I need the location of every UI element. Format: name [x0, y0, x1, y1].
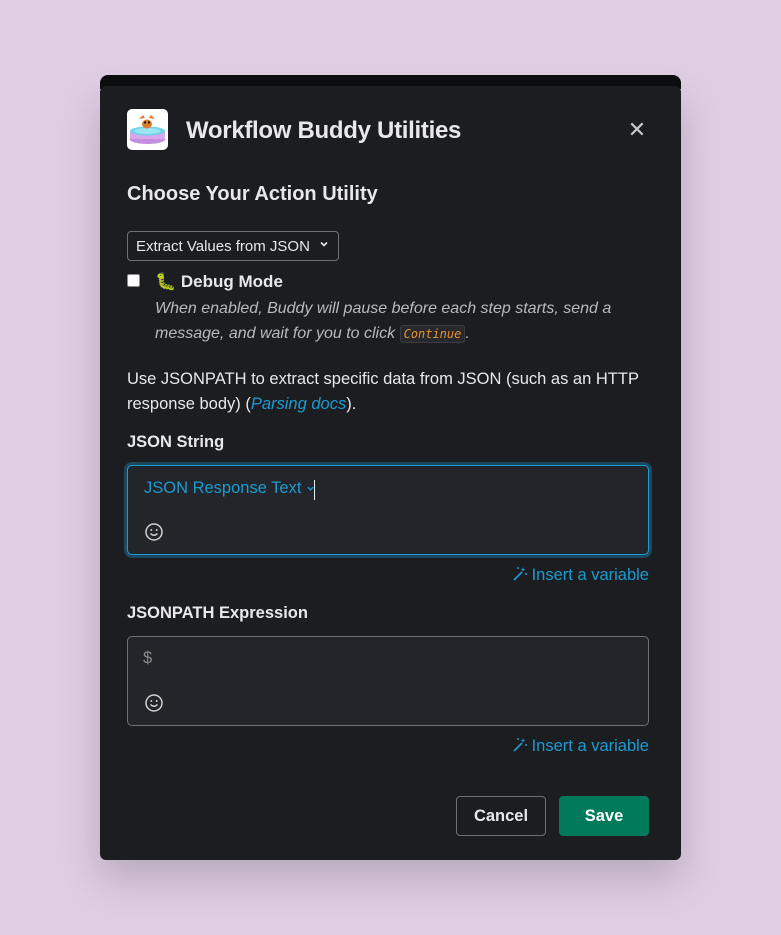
insert-variable-link[interactable]: Insert a variable [512, 737, 649, 756]
help-text: Use JSONPATH to extract specific data fr… [127, 367, 647, 417]
insert-variable-link[interactable]: Insert a variable [512, 566, 649, 585]
magic-wand-icon [512, 567, 527, 581]
emoji-icon[interactable] [144, 693, 164, 713]
jsonpath-placeholder: $ [143, 649, 153, 667]
save-button[interactable]: Save [559, 796, 649, 836]
section-title: Choose Your Action Utility [127, 183, 378, 205]
json-response-text-token[interactable]: JSON Response Text [144, 479, 315, 498]
workflow-buddy-modal: Workflow Buddy Utilities ✕ Choose Your A… [100, 86, 681, 860]
jsonpath-label: JSONPATH Expression [127, 604, 308, 622]
help-text-body: Use JSONPATH to extract specific data fr… [127, 370, 639, 413]
debug-desc-text: When enabled, Buddy will pause before ea… [155, 300, 612, 342]
help-text-end: ). [346, 395, 357, 413]
app-icon [127, 109, 168, 150]
text-caret [314, 480, 315, 500]
utility-select[interactable]: Extract Values from JSON [127, 231, 339, 261]
cancel-button[interactable]: Cancel [456, 796, 546, 836]
debug-mode-description: When enabled, Buddy will pause before ea… [155, 296, 615, 347]
json-string-field[interactable]: JSON Response Text [127, 465, 649, 555]
insert-variable-text: Insert a variable [531, 566, 649, 584]
utility-select-value: Extract Values from JSON [136, 238, 310, 255]
bug-icon: 🐛 [155, 272, 177, 291]
magic-wand-icon [512, 738, 527, 752]
chevron-down-icon [319, 238, 329, 252]
modal-title: Workflow Buddy Utilities [186, 117, 462, 144]
debug-mode-checkbox[interactable] [127, 274, 140, 287]
debug-mode-text: Debug Mode [180, 272, 283, 291]
token-label: JSON Response Text [144, 479, 302, 497]
insert-variable-text: Insert a variable [531, 737, 649, 755]
modal-header: Workflow Buddy Utilities ✕ [127, 109, 654, 151]
close-icon[interactable]: ✕ [626, 119, 648, 141]
emoji-icon[interactable] [144, 522, 164, 542]
jsonpath-field[interactable]: $ [127, 636, 649, 726]
continue-code: Continue [399, 325, 466, 343]
debug-desc-end: . [465, 325, 470, 342]
debug-mode-label: 🐛 Debug Mode [155, 272, 283, 292]
parsing-docs-link[interactable]: Parsing docs [251, 395, 346, 413]
json-string-label: JSON String [127, 433, 225, 451]
